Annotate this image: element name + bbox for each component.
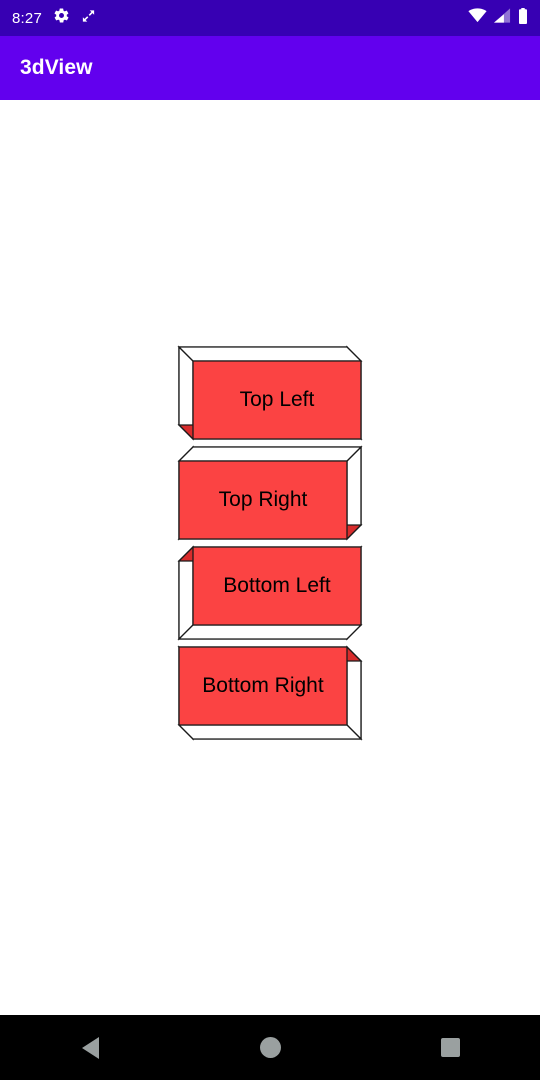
back-button[interactable] <box>55 1015 125 1080</box>
cell-signal-icon <box>494 8 511 28</box>
button-bottom-right-shape <box>177 645 363 741</box>
button-top-right[interactable]: Top Right <box>160 443 380 543</box>
status-bar-clock: 8:27 <box>12 9 42 27</box>
app-root: 8:27 3dView Top Left Top Right Bottom Le… <box>0 0 540 1080</box>
status-bar: 8:27 <box>0 0 540 36</box>
navigation-bar <box>0 1015 540 1080</box>
recents-square-icon <box>440 1038 460 1057</box>
home-circle-icon <box>259 1037 281 1058</box>
status-bar-left: 8:27 <box>12 7 96 29</box>
button-bottom-right[interactable]: Bottom Right <box>160 643 380 743</box>
expand-arrows-icon <box>81 8 96 29</box>
button-stack: Top Left Top Right Bottom Left Bottom Ri… <box>0 343 540 743</box>
button-top-left[interactable]: Top Left <box>160 343 380 443</box>
back-triangle-icon <box>81 1036 99 1059</box>
button-top-left-shape <box>177 345 363 441</box>
status-bar-right <box>468 7 528 29</box>
button-bottom-left-shape <box>177 545 363 641</box>
button-top-right-shape <box>177 445 363 541</box>
app-bar: 3dView <box>0 36 540 100</box>
button-bottom-left[interactable]: Bottom Left <box>160 543 380 643</box>
wifi-icon <box>468 8 487 28</box>
app-title: 3dView <box>20 56 93 79</box>
home-button[interactable] <box>235 1015 305 1080</box>
gear-icon <box>53 7 70 29</box>
main-content: Top Left Top Right Bottom Left Bottom Ri… <box>0 100 540 1015</box>
battery-icon <box>518 7 528 29</box>
recents-button[interactable] <box>415 1015 485 1080</box>
